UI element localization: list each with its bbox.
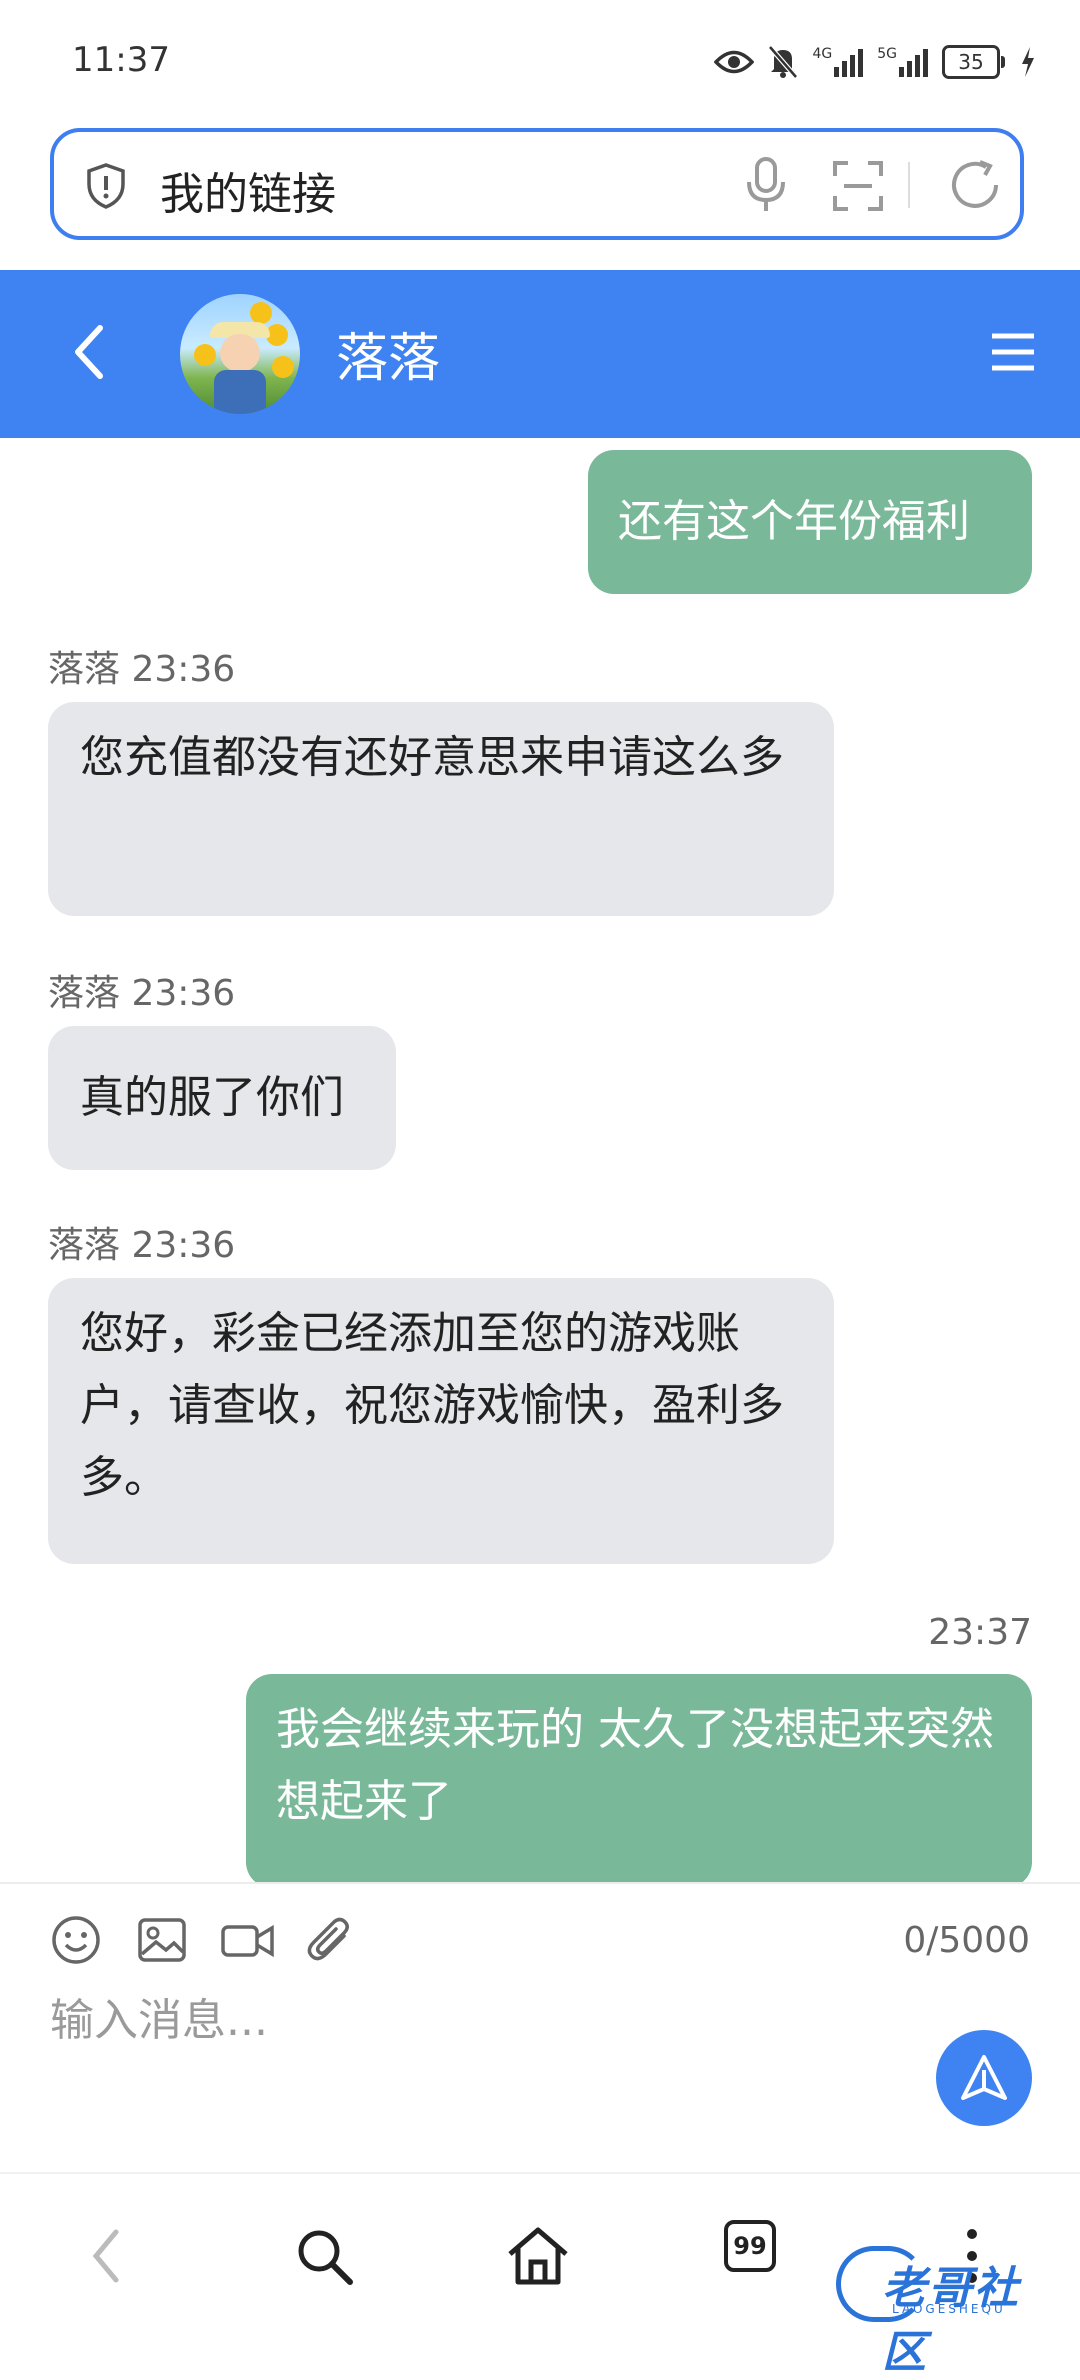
- status-time: 11:37: [72, 40, 170, 80]
- message-meta: 落落 23:36: [48, 964, 235, 1016]
- microphone-icon[interactable]: [744, 156, 788, 218]
- back-arrow-icon[interactable]: [70, 320, 110, 388]
- char-counter: 0/5000: [903, 1920, 1030, 1961]
- charging-icon: [1020, 47, 1036, 77]
- message-time: 23:36: [131, 973, 236, 1014]
- message-bubble-outgoing[interactable]: 我会继续来玩的 太久了没想起来突然想起来了: [246, 1674, 1032, 1882]
- home-icon[interactable]: [504, 2224, 572, 2292]
- message-text: 真的服了你们: [80, 1072, 344, 1123]
- network-type-label: 4G: [812, 46, 833, 62]
- battery-level: 35: [942, 45, 1005, 79]
- emoji-icon[interactable]: [50, 1914, 102, 1970]
- message-list[interactable]: 还有这个年份福利 落落 23:36 您充值都没有还好意思来申请这么多 落落 23…: [0, 438, 1080, 1882]
- tabs-icon[interactable]: 99: [724, 2220, 776, 2272]
- battery-icon: 35: [942, 45, 1005, 79]
- message-text: 您充值都没有还好意思来申请这么多: [80, 732, 784, 783]
- message-bubble-outgoing[interactable]: 还有这个年份福利: [588, 450, 1032, 594]
- back-icon[interactable]: [86, 2224, 126, 2292]
- signal-icon: 4G: [812, 46, 864, 77]
- url-bar[interactable]: 我的链接: [50, 128, 1024, 240]
- message-text: 还有这个年份福利: [618, 496, 970, 547]
- eye-icon: [714, 49, 755, 75]
- message-time: 23:36: [131, 1225, 236, 1266]
- image-icon[interactable]: [136, 1914, 188, 1970]
- message-time: 23:36: [131, 649, 236, 690]
- avatar[interactable]: [180, 294, 300, 414]
- search-icon[interactable]: [292, 2224, 356, 2292]
- watermark-text: 老哥社区: [882, 2263, 1020, 2378]
- message-time: 23:37: [928, 1612, 1032, 1653]
- message-meta: 落落 23:36: [48, 1216, 235, 1268]
- chat-header: 落落: [0, 270, 1080, 438]
- video-icon[interactable]: [220, 1914, 276, 1970]
- reload-icon[interactable]: [946, 156, 1004, 218]
- message-text: 我会继续来玩的 太久了没想起来突然想起来了: [276, 1704, 994, 1827]
- contact-name: 落落: [336, 329, 441, 389]
- message-input[interactable]: [48, 1984, 852, 2056]
- mute-bell-icon: [768, 45, 799, 79]
- watermark: 老哥社区 LAOGESHEQU: [836, 2242, 1064, 2378]
- menu-icon[interactable]: [990, 332, 1036, 376]
- send-icon: [961, 2055, 1007, 2100]
- url-text[interactable]: 我的链接: [160, 158, 336, 222]
- message-meta: 落落 23:36: [48, 640, 235, 692]
- signal-icon: 5G: [877, 47, 928, 77]
- send-button[interactable]: [936, 2030, 1032, 2126]
- sender-name: 落落: [48, 1225, 121, 1266]
- message-bubble-incoming[interactable]: 真的服了你们: [48, 1026, 396, 1170]
- shield-icon[interactable]: [84, 162, 128, 214]
- message-composer: 0/5000: [0, 1882, 1080, 2174]
- status-bar: 11:37 4G 5G 35: [0, 0, 1080, 120]
- network-type-label: 5G: [877, 46, 897, 62]
- message-bubble-incoming[interactable]: 您好，彩金已经添加至您的游戏账户，请查收，祝您游戏愉快，盈利多多。: [48, 1278, 834, 1564]
- sender-name: 落落: [48, 973, 121, 1014]
- watermark-subtext: LAOGESHEQU: [892, 2302, 1006, 2316]
- attachment-icon[interactable]: [304, 1914, 356, 1970]
- url-divider: [908, 162, 910, 208]
- status-icons: 4G 5G 35: [714, 40, 1036, 84]
- message-bubble-incoming[interactable]: 您充值都没有还好意思来申请这么多: [48, 702, 834, 916]
- scan-icon[interactable]: [832, 160, 884, 216]
- message-text: 您好，彩金已经添加至您的游戏账户，请查收，祝您游戏愉快，盈利多多。: [80, 1308, 784, 1503]
- browser-nav-bar: 99 老哥社区 LAOGESHEQU: [0, 2172, 1080, 2378]
- sender-name: 落落: [48, 649, 121, 690]
